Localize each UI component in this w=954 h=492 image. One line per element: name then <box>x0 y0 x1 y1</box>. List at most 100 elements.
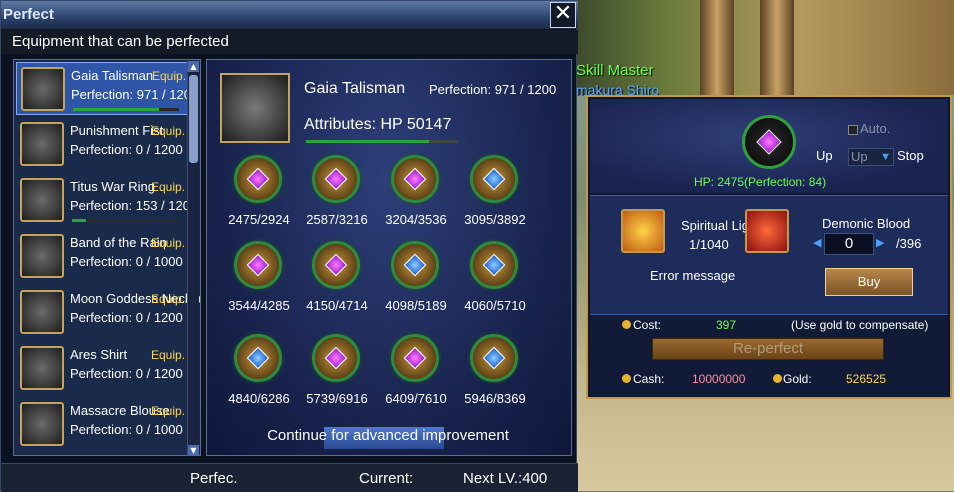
blue-gem-icon <box>482 346 506 370</box>
npc-name[interactable]: Skill Master <box>576 62 654 79</box>
gem-slot[interactable]: 5739/6916 <box>302 334 372 424</box>
material-a-count: 1/1040 <box>689 237 729 252</box>
scroll-down-arrow-icon[interactable]: ▼ <box>188 445 199 456</box>
list-item[interactable]: Gaia Talisman Equip. Perfection: 971 / 1… <box>16 62 198 115</box>
detail-perfection: Perfection: 971 / 1200 <box>429 82 557 97</box>
gem-slot[interactable]: 5946/8369 <box>460 334 530 424</box>
cost-value: 397 <box>716 318 737 332</box>
cost-label: Cost: <box>633 318 662 332</box>
coin-icon <box>622 374 631 383</box>
gem-value: 3544/4285 <box>228 298 290 313</box>
list-item[interactable]: Band of the Rain Equip. Perfection: 0 / … <box>16 230 188 283</box>
list-scrollbar[interactable]: ▲ ▼ <box>187 61 199 456</box>
band-icon <box>20 234 64 278</box>
gem-socket <box>391 334 439 382</box>
item-perfection: Perfection: 0 / 1200 <box>70 310 183 325</box>
gem-slot[interactable]: 4840/6286 <box>224 334 294 424</box>
item-tag: Equip. <box>151 236 186 250</box>
material-b-total: /396 <box>896 236 922 251</box>
hp-perfection-line: HP: 2475(Perfection: 84) <box>694 175 827 189</box>
gem-socket <box>234 334 282 382</box>
footer-next-level: Next LV.:400 <box>463 470 548 487</box>
reperfect-window: Auto. Up Up ▼ Stop HP: 2475(Perfection: … <box>586 95 952 399</box>
footer-perfec: Perfec. <box>190 470 238 487</box>
list-item[interactable]: Moon Goddess Necklace Equip. Perfection:… <box>16 286 200 339</box>
gem-socket <box>470 334 518 382</box>
spiritual-light-icon[interactable] <box>621 209 665 253</box>
item-tag: Equip. <box>151 348 186 362</box>
reperfect-button[interactable]: Re-perfect <box>652 338 884 360</box>
purple-gem-icon <box>246 167 270 191</box>
stop-label: Stop <box>897 148 924 163</box>
purple-gem-icon <box>246 253 270 277</box>
ring-icon <box>20 178 64 222</box>
list-item[interactable]: Massacre Blouse Equip. Perfection: 0 / 1… <box>16 398 188 451</box>
scroll-thumb[interactable] <box>189 75 198 163</box>
auto-checkbox[interactable] <box>848 125 858 135</box>
gem-slot[interactable]: 3204/3536 <box>381 155 451 245</box>
perfect-window: Perfect ✕ Equipment that can be perfecte… <box>0 0 578 492</box>
gold-label: Gold: <box>783 372 812 386</box>
detail-name: Gaia Talisman <box>304 80 406 97</box>
gem-socket <box>391 155 439 203</box>
gem-value: 5739/6916 <box>306 391 368 406</box>
item-progress-bar <box>72 219 178 222</box>
gem-slot[interactable]: 4060/5710 <box>460 241 530 331</box>
gem-slot[interactable]: 4098/5189 <box>381 241 451 331</box>
decrease-arrow-icon[interactable]: ◀ <box>813 236 821 249</box>
gem-value: 2475/2924 <box>228 212 290 227</box>
advanced-improvement-button[interactable]: Continue for advanced improvement <box>252 427 524 449</box>
item-progress-bar <box>73 108 179 111</box>
item-perfection: Perfection: 0 / 1200 <box>70 142 183 157</box>
demonic-blood-icon[interactable] <box>745 209 789 253</box>
up-dropdown[interactable]: Up ▼ <box>848 148 894 166</box>
close-button[interactable]: ✕ <box>550 2 576 28</box>
list-item[interactable]: Ares Shirt Equip. Perfection: 0 / 1200 <box>16 342 188 395</box>
up-label: Up <box>816 148 833 163</box>
item-perfection: Perfection: 153 / 1200 <box>70 198 198 213</box>
buy-button[interactable]: Buy <box>825 268 913 296</box>
selected-gem-slot[interactable] <box>742 115 796 169</box>
up-dropdown-value: Up <box>851 149 868 164</box>
list-item[interactable]: Titus War Ring Equip. Perfection: 153 / … <box>16 174 197 227</box>
quantity-input[interactable]: 0 <box>824 233 874 255</box>
chevron-down-icon: ▼ <box>880 151 891 163</box>
gem-socket <box>234 155 282 203</box>
purple-gem-icon <box>756 129 782 155</box>
detail-attributes: Attributes: HP 50147 <box>304 116 452 133</box>
item-tag: Equip. <box>151 124 186 138</box>
item-name: Titus War Ring <box>70 179 155 194</box>
background-pillar <box>700 0 734 95</box>
detail-progress-bar <box>306 140 458 143</box>
item-tag: Equip. <box>151 404 186 418</box>
gem-slot[interactable]: 6409/7610 <box>381 334 451 424</box>
blue-gem-icon <box>482 253 506 277</box>
increase-arrow-icon[interactable]: ▶ <box>876 236 884 249</box>
gem-slot[interactable]: 3544/4285 <box>224 241 294 331</box>
gold-note: (Use gold to compensate) <box>791 318 929 332</box>
footer-bar: Perfec. Current: Next LV.:400 <box>1 463 578 492</box>
gem-value: 3095/3892 <box>464 212 526 227</box>
purple-gem-icon <box>324 346 348 370</box>
gem-slot[interactable]: 2475/2924 <box>224 155 294 245</box>
reperfect-top: Auto. Up Up ▼ Stop HP: 2475(Perfection: … <box>590 99 948 193</box>
materials-section: Spiritual Light 1/1040 Demonic Blood ◀ 0… <box>590 195 948 315</box>
gauntlet-icon <box>20 122 64 166</box>
coin-icon <box>622 320 631 329</box>
gem-slot[interactable]: 2587/3216 <box>302 155 372 245</box>
item-name: Ares Shirt <box>70 347 128 362</box>
scroll-up-arrow-icon[interactable]: ▲ <box>188 61 199 72</box>
gem-slot[interactable]: 4150/4714 <box>302 241 372 331</box>
auto-label: Auto. <box>860 121 891 136</box>
error-message: Error message <box>650 268 736 283</box>
purple-gem-icon <box>324 253 348 277</box>
cost-section: Cost: 397 (Use gold to compensate) Re-pe… <box>590 316 948 396</box>
window-title[interactable]: Perfect <box>1 1 578 29</box>
gem-socket <box>312 334 360 382</box>
list-item[interactable]: Punishment Fist Equip. Perfection: 0 / 1… <box>16 118 188 171</box>
necklace-icon <box>20 290 64 334</box>
gem-slot[interactable]: 3095/3892 <box>460 155 530 245</box>
talisman-icon <box>220 73 290 143</box>
blue-gem-icon <box>246 346 270 370</box>
purple-gem-icon <box>403 167 427 191</box>
